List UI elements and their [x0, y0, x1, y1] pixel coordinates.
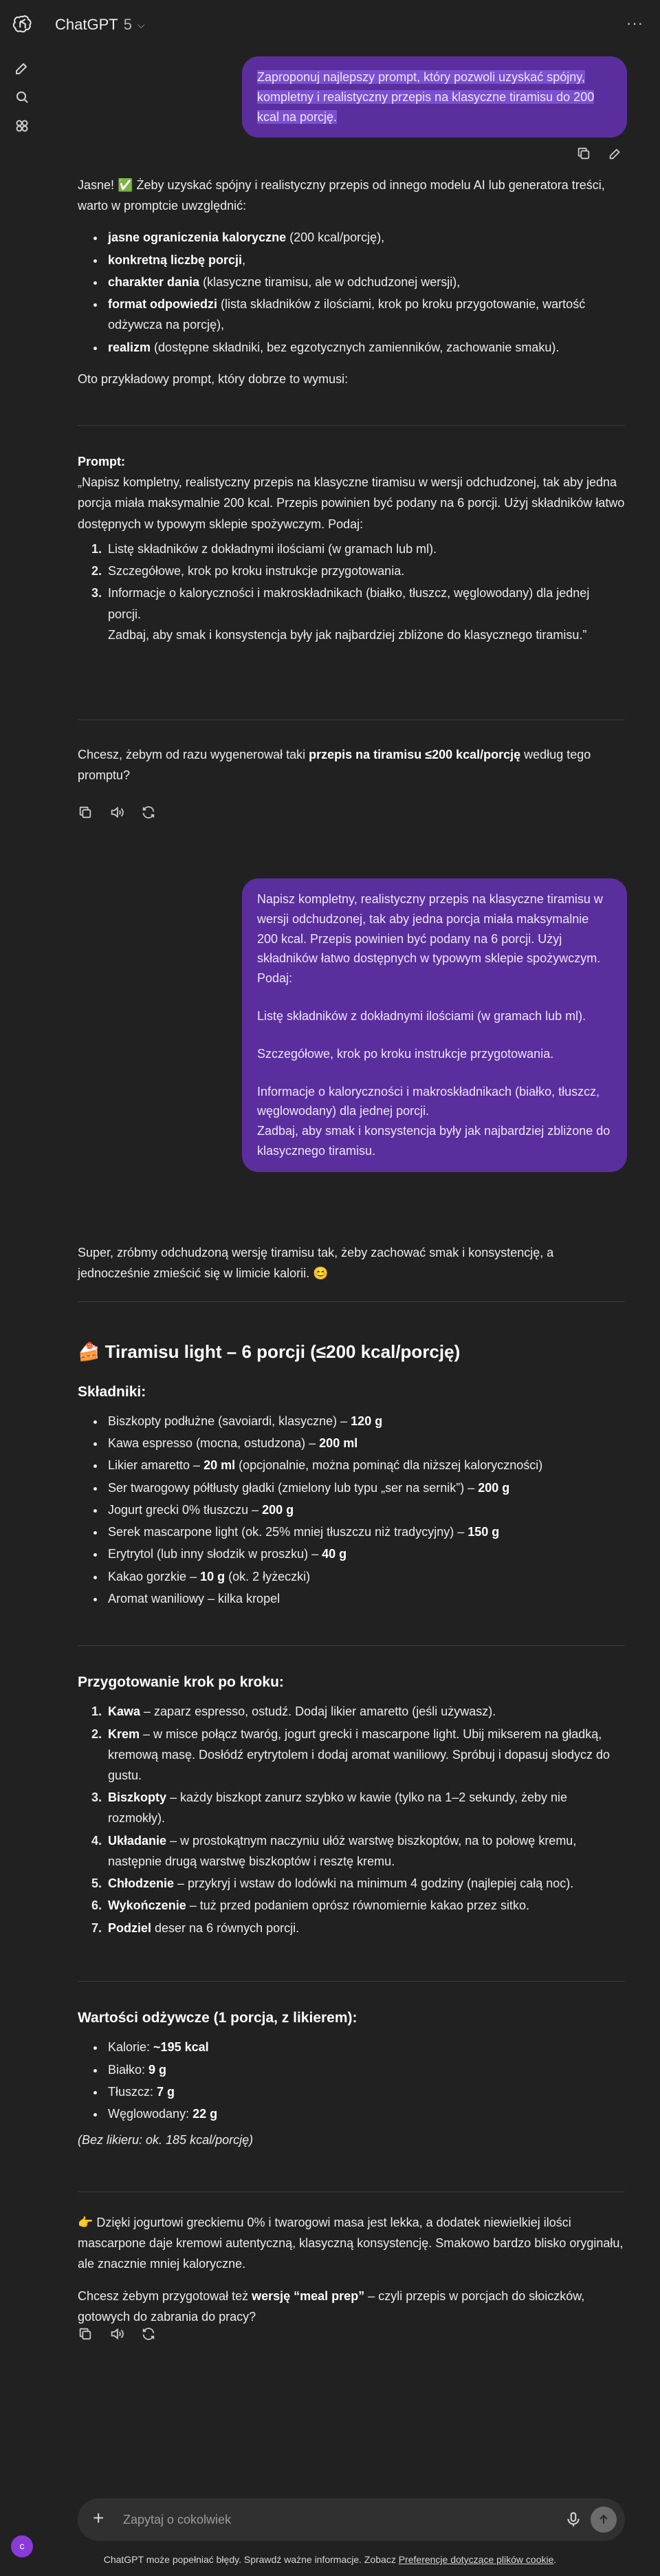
- openai-logo-icon[interactable]: [12, 14, 33, 34]
- recipe-steps: Przygotowanie krok po kroku: Kawa – zapa…: [78, 1670, 625, 1949]
- list-item: Krem – w misce połącz twaróg, jogurt gre…: [105, 1724, 625, 1786]
- copy-icon[interactable]: [78, 805, 93, 820]
- user-message-text: Listę składników z dokładnymi ilościami …: [257, 1008, 586, 1023]
- user-message-actions: [576, 146, 623, 161]
- assistant-message-actions: [78, 2326, 156, 2341]
- list-item: Biszkopty podłużne (savoiardi, klasyczne…: [105, 1411, 625, 1431]
- assistant-question: Chcesz, żebym od razu wygenerował taki p…: [78, 748, 591, 783]
- copy-icon[interactable]: [576, 146, 591, 161]
- more-icon[interactable]: ···: [626, 11, 644, 36]
- list-item: Tłuszcz: 7 g: [105, 2081, 625, 2102]
- list-item: Kawa – zaparz espresso, ostudź. Dodaj li…: [105, 1701, 625, 1722]
- assistant-message-actions: [78, 805, 156, 820]
- user-message-text: Napisz kompletny, realistyczny przepis n…: [257, 892, 603, 986]
- prompt-text: „Napisz kompletny, realistyczny przepis …: [78, 475, 625, 531]
- message-input[interactable]: Zapytaj o cokolwiek: [123, 2511, 231, 2529]
- assistant-message: Jasne! ✅ Żeby uzyskać spójny i realistyc…: [78, 175, 625, 400]
- list-item: Kalorie: ~195 kcal: [105, 2037, 625, 2057]
- nutrition-note: (Bez likieru: ok. 185 kcal/porcję): [78, 2133, 254, 2147]
- divider: [78, 719, 625, 720]
- list-item: Erytrytol (lub inny słodzik w proszku) –…: [105, 1544, 625, 1564]
- model-version: 5: [123, 16, 132, 33]
- list-item: Biszkopty – każdy biszkopt zanurz szybko…: [105, 1787, 625, 1828]
- list-item: format odpowiedzi (lista składników z il…: [105, 294, 625, 335]
- recipe-ingredients: 🍰 Tiramisu light – 6 porcji (≤200 kcal/p…: [78, 1337, 625, 1620]
- assistant-intro: Super, zróbmy odchudzoną wersję tiramisu…: [78, 1246, 554, 1281]
- speaker-icon[interactable]: [109, 2326, 124, 2341]
- nutrition-section: Wartości odżywcze (1 porcja, z likierem)…: [78, 2006, 625, 2161]
- list-item: Ser twarogowy półtłusty gładki (zmielony…: [105, 1478, 625, 1498]
- user-message-text: Szczegółowe, krok po kroku instrukcje pr…: [257, 1046, 554, 1061]
- prompt-items: Listę składników z dokładnymi ilościami …: [105, 539, 625, 645]
- assistant-question: Chcesz żebym przygotował też wersję “mea…: [78, 2288, 585, 2324]
- copy-icon[interactable]: [78, 2326, 93, 2341]
- refresh-icon[interactable]: [141, 2326, 156, 2341]
- divider: [78, 425, 625, 426]
- assistant-message: Super, zróbmy odchudzoną wersję tiramisu…: [78, 1242, 625, 1295]
- recipe-title: 🍰 Tiramisu light – 6 porcji (≤200 kcal/p…: [78, 1341, 461, 1362]
- list-item: Aromat waniliowy – kilka kropel: [105, 1588, 625, 1609]
- divider: [78, 1981, 625, 1982]
- list-item: Listę składników z dokładnymi ilościami …: [105, 539, 625, 559]
- list-item: Wykończenie – tuż przed podaniem oprósz …: [105, 1895, 625, 1916]
- user-message: Napisz kompletny, realistyczny przepis n…: [242, 878, 627, 1172]
- assistant-closing: 👉 Dzięki jogurtowi greckiemu 0% i twarog…: [78, 2212, 625, 2338]
- list-item: Jogurt grecki 0% tłuszczu – 200 g: [105, 1500, 625, 1520]
- nutrition-list: Kalorie: ~195 kcal Białko: 9 g Tłuszcz: …: [105, 2037, 625, 2124]
- steps-heading: Przygotowanie krok po kroku:: [78, 1674, 284, 1690]
- list-item: Likier amaretto – 20 ml (opcjonalnie, mo…: [105, 1455, 625, 1475]
- list-item: Białko: 9 g: [105, 2059, 625, 2080]
- user-message-text: Informacje o kaloryczności i makroskładn…: [257, 1084, 610, 1158]
- footer-disclaimer: ChatGPT może popełniać błędy. Sprawdź wa…: [103, 2554, 557, 2565]
- list-item: Podziel deser na 6 równych porcji.: [105, 1918, 625, 1938]
- list-item: Układanie – w prostokątnym naczyniu ułóż…: [105, 1830, 625, 1872]
- list-item: Informacje o kaloryczności i makroskładn…: [105, 583, 625, 645]
- user-message: Zaproponuj najlepszy prompt, który pozwo…: [242, 56, 627, 138]
- prompt-block: Prompt: „Napisz kompletny, realistyczny …: [78, 451, 625, 647]
- list-item: konkretną liczbę porcji,: [105, 250, 625, 270]
- list-item: Kakao gorzkie – 10 g (ok. 2 łyżeczki): [105, 1566, 625, 1587]
- list-item: Chłodzenie – przykryj i wstaw do lodówki…: [105, 1873, 625, 1894]
- prompt-tail: Zadbaj, aby smak i konsystencja były jak…: [108, 627, 587, 642]
- user-message-text: Zaproponuj najlepszy prompt, który pozwo…: [257, 70, 595, 124]
- plus-icon[interactable]: +: [93, 2508, 104, 2529]
- list-item: Węglowodany: 22 g: [105, 2103, 625, 2124]
- divider: [78, 2191, 625, 2192]
- assistant-intro: Jasne! ✅ Żeby uzyskać spójny i realistyc…: [78, 178, 605, 213]
- pencil-icon[interactable]: [608, 146, 623, 161]
- criteria-list: jasne ograniczenia kaloryczne (200 kcal/…: [105, 227, 625, 357]
- list-item: realizm (dostępne składniki, bez egzotyc…: [105, 337, 625, 358]
- divider: [78, 1301, 625, 1302]
- search-icon[interactable]: [12, 87, 32, 107]
- composer: + Zapytaj o cokolwiek: [78, 2498, 625, 2541]
- ingredients-heading: Składniki:: [78, 1383, 146, 1400]
- divider: [78, 1645, 625, 1646]
- chevron-down-icon: ⌵: [137, 19, 145, 30]
- speaker-icon[interactable]: [109, 805, 124, 820]
- steps-list: Kawa – zaparz espresso, ostudź. Dodaj li…: [105, 1701, 625, 1938]
- list-item: jasne ograniczenia kaloryczne (200 kcal/…: [105, 227, 625, 248]
- prompt-label: Prompt:: [78, 455, 125, 468]
- list-item: Serek mascarpone light (ok. 25% mniej tł…: [105, 1522, 625, 1542]
- send-button[interactable]: [591, 2507, 617, 2533]
- cookie-preferences-link[interactable]: Preferencje dotyczące plików cookie: [399, 2554, 554, 2565]
- nutrition-heading: Wartości odżywcze (1 porcja, z likierem)…: [78, 2010, 358, 2026]
- list-item: Kawa espresso (mocna, ostudzona) – 200 m…: [105, 1433, 625, 1453]
- refresh-icon[interactable]: [141, 805, 156, 820]
- microphone-icon[interactable]: [564, 2511, 582, 2529]
- list-item: charakter dania (klasyczne tiramisu, ale…: [105, 272, 625, 292]
- edit-icon[interactable]: [12, 58, 32, 78]
- top-bar: ChatGPT 5 ⌵ ···: [0, 0, 660, 48]
- ingredients-list: Biszkopty podłużne (savoiardi, klasyczne…: [105, 1411, 625, 1609]
- closing-text: 👉 Dzięki jogurtowi greckiemu 0% i twarog…: [78, 2216, 624, 2271]
- model-selector[interactable]: ChatGPT 5 ⌵: [55, 12, 145, 38]
- assistant-outro: Oto przykładowy prompt, który dobrze to …: [78, 371, 349, 386]
- library-icon[interactable]: [12, 116, 32, 136]
- list-item: Szczegółowe, krok po kroku instrukcje pr…: [105, 561, 625, 581]
- model-name: ChatGPT: [55, 16, 118, 33]
